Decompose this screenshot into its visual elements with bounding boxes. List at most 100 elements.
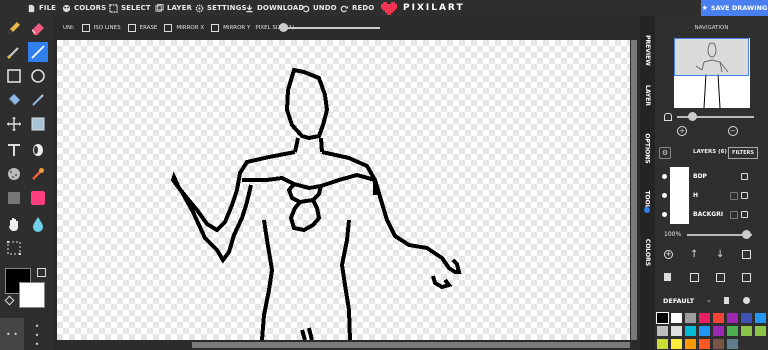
color-swatch[interactable] <box>699 313 710 323</box>
menu-download[interactable]: DOWNLOAD <box>245 0 304 16</box>
color-swatch[interactable] <box>755 326 766 336</box>
eyedropper-tool[interactable] <box>28 164 48 184</box>
layer-row[interactable]: H <box>655 186 768 205</box>
color-swatch[interactable] <box>699 326 710 336</box>
menu-redo[interactable]: REDO <box>340 0 374 16</box>
bucket-tool[interactable] <box>4 90 24 110</box>
zoom-out-icon[interactable]: − <box>728 126 738 136</box>
select-area-tool[interactable] <box>4 238 24 258</box>
tool-menu-dots-icon[interactable]: • • • <box>34 322 40 349</box>
visibility-icon[interactable] <box>662 174 667 179</box>
color-swatch[interactable] <box>713 313 724 323</box>
chevron-down-icon[interactable]: ⌄ <box>706 296 712 304</box>
menu-colors[interactable]: COLORS <box>62 0 106 16</box>
color-swatch[interactable] <box>713 326 724 336</box>
menu-settings[interactable]: SETTINGS <box>195 0 247 16</box>
layer-lock-icon[interactable] <box>730 211 738 219</box>
lock-icon[interactable] <box>664 113 672 121</box>
layer-settings-box-icon[interactable] <box>742 273 751 282</box>
tab-colors[interactable]: COLORS <box>640 232 655 272</box>
circle-tool[interactable] <box>28 66 48 86</box>
layer-row[interactable]: BDP <box>655 167 768 186</box>
menu-undo[interactable]: UNDO <box>301 0 337 16</box>
visibility-icon[interactable] <box>662 212 667 217</box>
pixel-size-slider-track[interactable] <box>285 27 380 29</box>
zoom-slider-knob[interactable] <box>688 112 697 121</box>
delete-palette-icon[interactable] <box>724 297 729 304</box>
pen-tool[interactable] <box>28 90 48 110</box>
color-swatch[interactable] <box>727 339 738 349</box>
color-swatch[interactable] <box>699 339 710 349</box>
color-swatch[interactable] <box>656 312 669 324</box>
color-swatch[interactable] <box>671 326 682 336</box>
tab-options[interactable]: OPTIONS <box>640 128 655 168</box>
color-swatch[interactable] <box>657 339 668 349</box>
pixel-size-slider-knob[interactable] <box>279 23 288 32</box>
color-swatch[interactable] <box>685 339 696 349</box>
color-swatch[interactable] <box>713 339 724 349</box>
color-replace-tool[interactable] <box>28 188 48 208</box>
save-drawing-button[interactable]: ★ SAVE DRAWING <box>701 0 768 16</box>
menu-select[interactable]: SELECT <box>109 0 151 16</box>
opacity-slider-knob[interactable] <box>742 230 751 239</box>
layer-lock-icon[interactable] <box>730 192 738 200</box>
color-swatch[interactable] <box>685 313 696 323</box>
vertical-scrollbar-thumb[interactable] <box>631 40 637 340</box>
erase-checkbox[interactable] <box>127 24 136 32</box>
merge-layer-icon[interactable] <box>716 273 725 282</box>
menu-layer[interactable]: LAYER <box>155 0 192 16</box>
color-swatch[interactable] <box>741 326 752 336</box>
menu-file[interactable]: FILE <box>27 0 56 16</box>
move-layer-up-icon[interactable]: ↑ <box>690 250 700 260</box>
line-tool[interactable] <box>28 42 48 62</box>
filters-button[interactable]: FILTERS <box>728 147 758 159</box>
horizontal-scrollbar[interactable] <box>57 340 630 350</box>
color-swatch[interactable] <box>685 326 696 336</box>
vertical-scrollbar[interactable] <box>630 40 638 340</box>
shape-tool[interactable] <box>28 114 48 134</box>
secondary-color[interactable] <box>19 282 45 308</box>
move-tool[interactable] <box>4 114 24 134</box>
color-swatch[interactable] <box>671 339 682 349</box>
text-tool[interactable] <box>4 140 24 160</box>
tab-preview[interactable]: PREVIEW <box>640 30 655 70</box>
color-swatch[interactable] <box>741 313 752 323</box>
visibility-icon[interactable] <box>662 193 667 198</box>
duplicate-layer-icon[interactable] <box>690 273 699 282</box>
layer-select-checkbox[interactable] <box>741 192 748 199</box>
mirror-x-checkbox[interactable] <box>164 24 173 32</box>
layer-select-checkbox[interactable] <box>741 173 748 180</box>
palette-settings-icon[interactable] <box>743 297 750 304</box>
edit-layer-icon[interactable] <box>742 250 751 259</box>
layer-settings-icon[interactable]: ⚙ <box>659 147 671 159</box>
swap-colors-icon[interactable] <box>37 268 46 277</box>
delete-layer-icon[interactable] <box>664 273 671 281</box>
droplet-tool[interactable] <box>28 214 48 234</box>
dither-tool[interactable] <box>28 140 48 160</box>
color-swatch[interactable] <box>727 313 738 323</box>
move-layer-down-icon[interactable]: ↓ <box>716 250 726 260</box>
spray-tool[interactable] <box>4 164 24 184</box>
gradient-tool[interactable] <box>4 188 24 208</box>
zoom-in-icon[interactable]: + <box>677 126 687 136</box>
add-layer-icon[interactable]: + <box>664 250 673 259</box>
more-tools-button[interactable]: • • <box>0 318 24 350</box>
hand-tool[interactable] <box>4 214 24 234</box>
color-swatch[interactable] <box>657 326 668 336</box>
eraser-tool[interactable] <box>28 18 48 38</box>
reset-colors-icon[interactable] <box>4 295 15 306</box>
navigation-viewport[interactable] <box>674 38 749 76</box>
tab-layer[interactable]: LAYER <box>640 80 655 110</box>
palette-name[interactable]: DEFAULT <box>663 297 694 305</box>
horizontal-scrollbar-thumb[interactable] <box>192 342 630 348</box>
pencil-tool[interactable] <box>4 18 24 38</box>
drawing-canvas[interactable] <box>57 40 630 340</box>
iso-lines-checkbox[interactable] <box>81 24 90 32</box>
color-swatch[interactable] <box>755 313 766 323</box>
rectangle-tool[interactable] <box>4 66 24 86</box>
layer-select-checkbox[interactable] <box>741 211 748 218</box>
layer-row[interactable]: BACKGRI <box>655 205 768 224</box>
brush-tool[interactable] <box>4 42 24 62</box>
mirror-y-checkbox[interactable] <box>211 24 220 32</box>
color-swatch[interactable] <box>727 326 738 336</box>
